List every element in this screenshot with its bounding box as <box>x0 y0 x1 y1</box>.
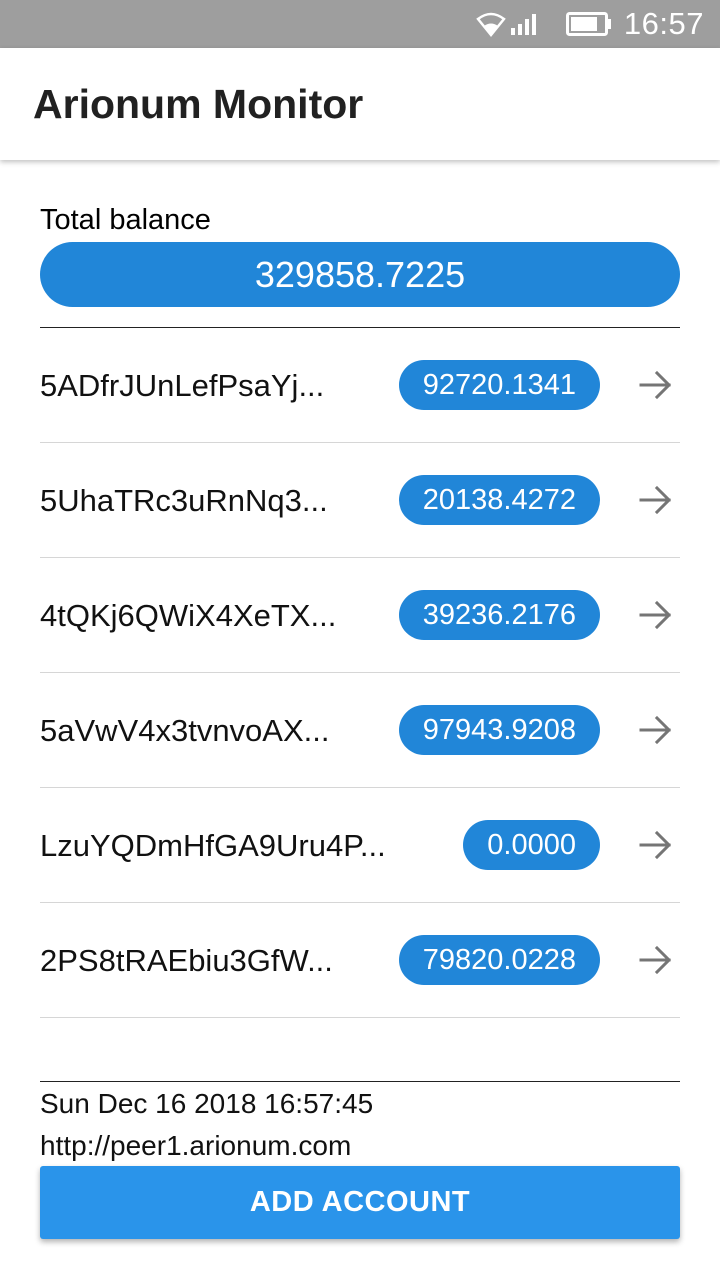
arrow-right-icon[interactable] <box>638 712 674 748</box>
add-account-button[interactable]: ADD ACCOUNT <box>40 1166 680 1239</box>
account-row[interactable]: 5aVwV4x3tvnvoAX... 97943.9208 <box>40 673 680 788</box>
arrow-right-icon[interactable] <box>638 367 674 403</box>
status-icons: 16:57 <box>476 0 704 48</box>
account-address: LzuYQDmHfGA9Uru4P... <box>40 827 386 863</box>
account-row[interactable]: LzuYQDmHfGA9Uru4P... 0.0000 <box>40 788 680 903</box>
account-balance-badge: 79820.0228 <box>398 935 600 985</box>
account-balance-badge: 39236.2176 <box>398 590 600 640</box>
account-balance-badge: 92720.1341 <box>398 360 600 410</box>
app-title: Arionum Monitor <box>33 81 364 127</box>
arrow-right-icon[interactable] <box>638 827 674 863</box>
arrow-right-icon[interactable] <box>638 482 674 518</box>
wifi-icon <box>476 12 506 37</box>
account-row[interactable]: 4tQKj6QWiX4XeTX... 39236.2176 <box>40 558 680 673</box>
account-row[interactable]: 5UhaTRc3uRnNq3... 20138.4272 <box>40 443 680 558</box>
last-update-timestamp: Sun Dec 16 2018 16:57:45 <box>40 1088 374 1119</box>
account-row[interactable]: 5ADfrJUnLefPsaYj... 92720.1341 <box>40 328 680 443</box>
arrow-right-icon[interactable] <box>638 942 674 978</box>
peer-url: http://peer1.arionum.com <box>40 1130 352 1161</box>
account-address: 5ADfrJUnLefPsaYj... <box>40 367 325 403</box>
divider <box>40 1081 680 1082</box>
account-list: 5ADfrJUnLefPsaYj... 92720.1341 5UhaTRc3u… <box>40 328 680 1018</box>
account-balance-badge: 97943.9208 <box>398 705 600 755</box>
total-balance-label: Total balance <box>40 204 211 236</box>
account-address: 5UhaTRc3uRnNq3... <box>40 482 328 518</box>
total-balance-value: 329858.7225 <box>40 242 680 307</box>
battery-icon <box>565 12 611 36</box>
account-address: 4tQKj6QWiX4XeTX... <box>40 597 337 633</box>
signal-icon <box>510 14 536 35</box>
arrow-right-icon[interactable] <box>638 597 674 633</box>
account-row[interactable]: 2PS8tRAEbiu3GfW... 79820.0228 <box>40 903 680 1018</box>
status-bar: 16:57 <box>0 0 720 48</box>
account-balance-badge: 20138.4272 <box>398 475 600 525</box>
account-balance-badge: 0.0000 <box>463 820 600 870</box>
account-address: 2PS8tRAEbiu3GfW... <box>40 942 333 978</box>
status-time: 16:57 <box>623 6 704 41</box>
account-address: 5aVwV4x3tvnvoAX... <box>40 712 330 748</box>
app-bar: Arionum Monitor <box>0 48 720 160</box>
